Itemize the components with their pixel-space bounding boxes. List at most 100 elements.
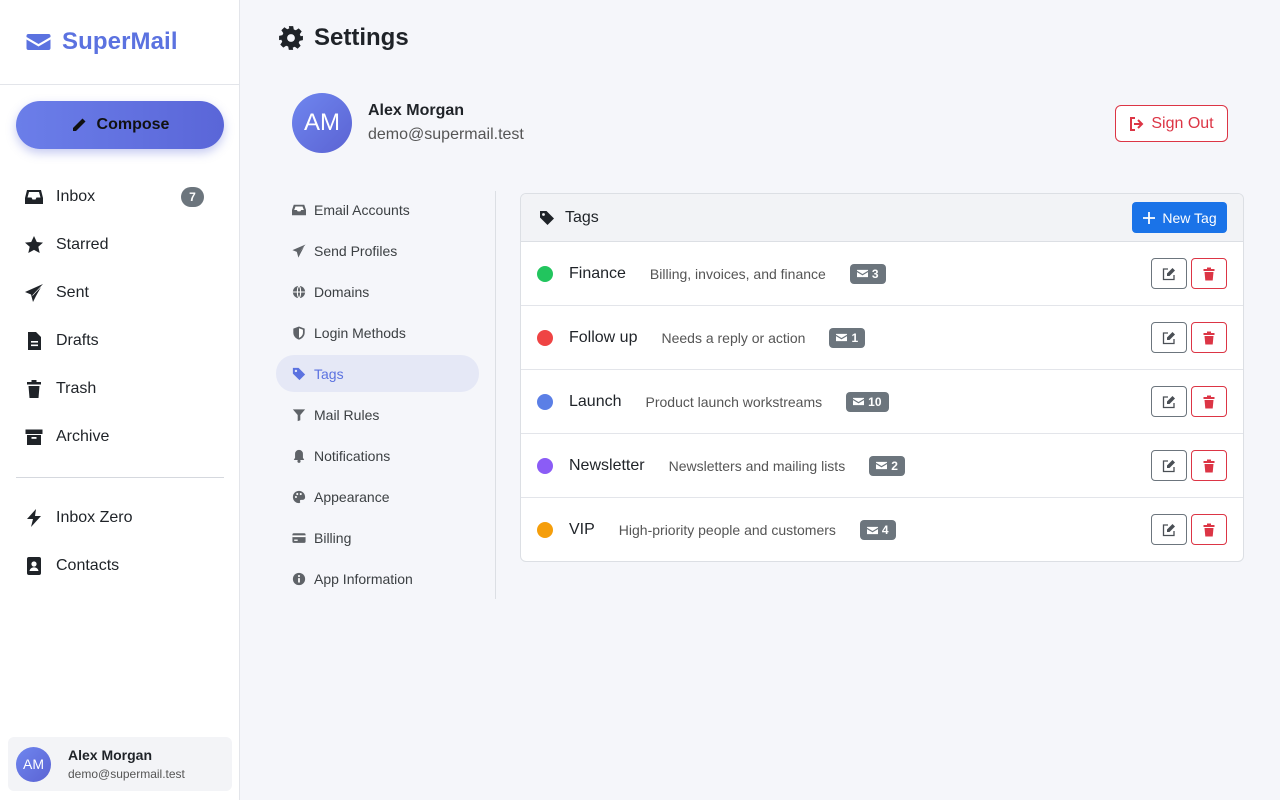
row-actions: [1151, 322, 1227, 353]
sign-out-button[interactable]: Sign Out: [1115, 105, 1228, 142]
filter-icon: [292, 408, 306, 421]
envelope-icon: [853, 397, 865, 406]
user-email: demo@supermail.test: [68, 767, 185, 781]
settings-nav-appearance[interactable]: Appearance: [276, 478, 479, 515]
settings-nav-login-methods[interactable]: Login Methods: [276, 314, 479, 351]
edit-tag-button[interactable]: [1151, 258, 1187, 289]
tag-row[interactable]: VIP High-priority people and customers 4: [521, 498, 1243, 561]
delete-tag-button[interactable]: [1191, 322, 1227, 353]
delete-tag-button[interactable]: [1191, 450, 1227, 481]
tag-color-dot: [537, 265, 553, 282]
tag-count: 10: [868, 394, 882, 409]
settings-nav-app-information[interactable]: App Information: [276, 560, 479, 597]
delete-tag-button[interactable]: [1191, 258, 1227, 289]
settings-nav-notifications[interactable]: Notifications: [276, 437, 479, 474]
tag-row[interactable]: Newsletter Newsletters and mailing lists…: [521, 434, 1243, 498]
edit-tag-button[interactable]: [1151, 514, 1187, 545]
brand[interactable]: SuperMail: [0, 0, 239, 85]
settings-nav-mail-rules[interactable]: Mail Rules: [276, 396, 479, 433]
profile-email: demo@supermail.test: [368, 126, 524, 143]
trash-icon: [1203, 459, 1215, 472]
edit-icon: [1162, 523, 1175, 536]
nav-item-inbox-zero[interactable]: Inbox Zero: [16, 494, 224, 542]
new-tag-button[interactable]: New Tag: [1132, 202, 1227, 233]
tag-name: Finance: [569, 264, 626, 282]
settings-nav-label: Notifications: [314, 447, 391, 464]
brand-name: SuperMail: [62, 28, 178, 55]
tag-name: Follow up: [569, 328, 638, 346]
page-title-text: Settings: [314, 24, 409, 51]
settings-nav-label: Send Profiles: [314, 242, 398, 259]
new-tag-label: New Tag: [1162, 209, 1217, 226]
file-icon: [28, 332, 41, 350]
settings-nav-tags[interactable]: Tags: [276, 355, 479, 392]
tag-color-dot: [537, 393, 553, 410]
nav-item-starred[interactable]: Starred: [16, 221, 224, 269]
nav-item-trash[interactable]: Trash: [16, 365, 224, 413]
sign-out-label: Sign Out: [1151, 114, 1214, 132]
user-name: Alex Morgan: [68, 747, 153, 763]
gear-icon: [279, 26, 303, 50]
envelope-icon: [866, 526, 878, 534]
page-title: Settings: [278, 24, 409, 52]
palette-icon: [292, 490, 306, 503]
tag-description: Billing, invoices, and finance: [649, 265, 826, 282]
edit-tag-button[interactable]: [1151, 386, 1187, 417]
edit-tag-button[interactable]: [1151, 450, 1187, 481]
settings-nav-label: App Information: [314, 570, 413, 587]
avatar: AM: [292, 93, 352, 153]
paper-plane-icon: [292, 243, 306, 258]
nav-label: Contacts: [56, 557, 120, 574]
tag-count-badge: 10: [846, 391, 889, 412]
address-book-icon: [27, 557, 41, 575]
settings-nav: Email Accounts Send Profiles Domains Log…: [276, 191, 496, 599]
info-icon: [292, 572, 306, 585]
settings-nav-send-profiles[interactable]: Send Profiles: [276, 232, 479, 269]
profile-name: Alex Morgan: [368, 102, 465, 119]
settings-nav-label: Appearance: [314, 488, 390, 505]
user-card[interactable]: AM Alex Morgan demo@supermail.test: [8, 737, 232, 791]
tag-count-badge: 1: [829, 327, 866, 348]
tag-count-badge: 2: [869, 455, 905, 476]
settings-nav-label: Email Accounts: [314, 201, 410, 218]
tag-description: High-priority people and customers: [618, 522, 836, 538]
bolt-icon: [27, 509, 41, 527]
inbox-icon: [25, 190, 43, 204]
nav-item-contacts[interactable]: Contacts: [16, 542, 224, 590]
nav-label: Inbox: [56, 188, 96, 205]
tag-color-dot: [537, 522, 553, 538]
nav-item-sent[interactable]: Sent: [16, 269, 224, 317]
secondary-nav: Inbox Zero Contacts: [16, 494, 224, 590]
inbox-icon: [292, 204, 306, 215]
nav-item-inbox[interactable]: Inbox 7: [16, 173, 224, 221]
credit-card-icon: [292, 532, 306, 543]
nav-label: Archive: [56, 428, 110, 445]
tag-row[interactable]: Finance Billing, invoices, and finance 3: [521, 242, 1243, 306]
tag-row[interactable]: Launch Product launch workstreams 10: [521, 370, 1243, 434]
settings-nav-email-accounts[interactable]: Email Accounts: [276, 191, 479, 228]
envelope-icon: [26, 34, 51, 50]
nav-item-archive[interactable]: Archive: [16, 413, 224, 461]
trash-icon: [27, 380, 41, 398]
compose-label: Compose: [96, 116, 170, 133]
pencil-icon: [72, 118, 86, 131]
tag-name: Launch: [569, 392, 622, 410]
row-actions: [1151, 258, 1227, 289]
settings-nav-billing[interactable]: Billing: [276, 519, 479, 556]
delete-tag-button[interactable]: [1191, 514, 1227, 545]
nav-label: Starred: [56, 236, 109, 253]
settings-nav-domains[interactable]: Domains: [276, 273, 479, 310]
edit-tag-button[interactable]: [1151, 322, 1187, 353]
delete-tag-button[interactable]: [1191, 386, 1227, 417]
edit-icon: [1162, 267, 1175, 280]
globe-icon: [292, 284, 306, 299]
tag-row[interactable]: Follow up Needs a reply or action 1: [521, 306, 1243, 370]
compose-button[interactable]: Compose: [16, 101, 224, 149]
paper-plane-icon: [25, 284, 43, 302]
plus-icon: [1143, 211, 1156, 224]
row-actions: [1151, 386, 1227, 417]
trash-icon: [1203, 267, 1215, 280]
tags-panel-title: Tags: [565, 208, 599, 226]
trash-icon: [1203, 523, 1215, 536]
nav-item-drafts[interactable]: Drafts: [16, 317, 224, 365]
